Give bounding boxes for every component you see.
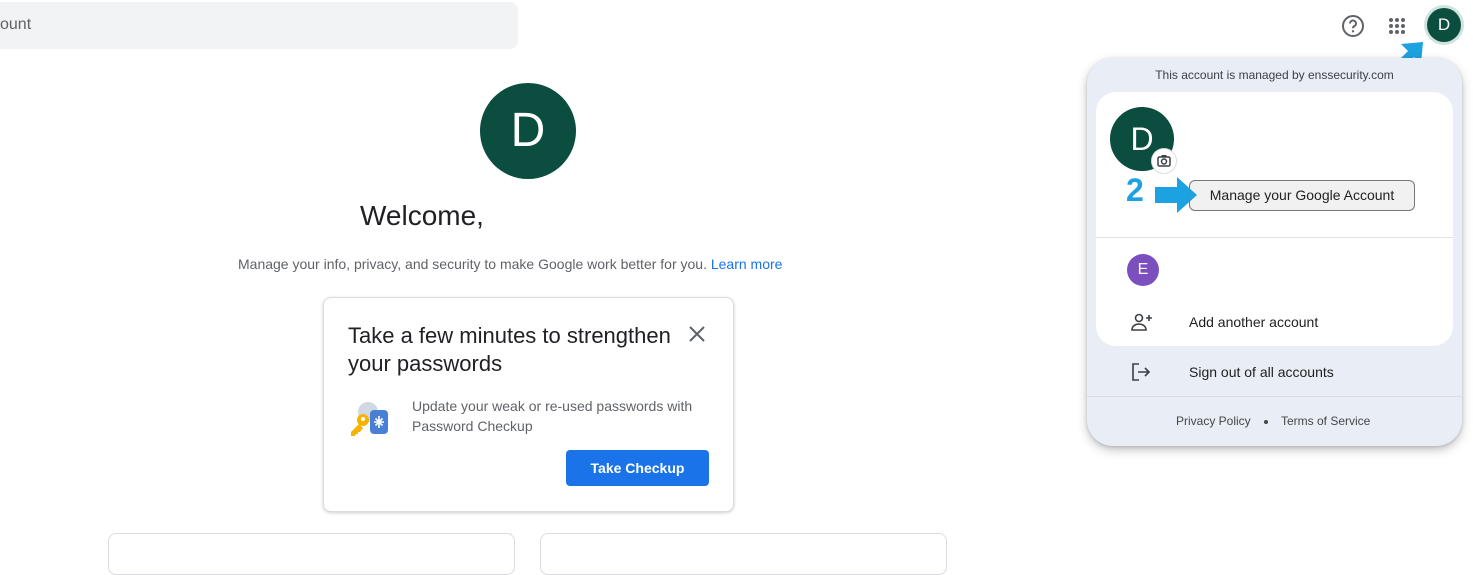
search-input-text: ount [0, 16, 32, 33]
sign-out-icon [1132, 363, 1151, 381]
card-description: Update your weak or re-used passwords wi… [412, 398, 693, 434]
card-title: Take a few minutes to strengthen your pa… [348, 323, 671, 376]
password-checkup-card: Take a few minutes to strengthen your pa… [323, 297, 734, 512]
annotation-arrow-2 [1155, 177, 1197, 213]
camera-icon-button[interactable] [1152, 149, 1176, 173]
help-icon[interactable] [1340, 13, 1366, 39]
account-card: D Manage your Google Account E Add anoth… [1096, 92, 1453, 346]
footer-separator-dot [1264, 420, 1268, 424]
managed-notice: This account is managed by enssecurity.c… [1155, 68, 1394, 82]
manage-account-button[interactable]: Manage your Google Account [1189, 180, 1415, 211]
add-account-item[interactable]: Add another account [1189, 314, 1318, 330]
other-account-avatar[interactable]: E [1127, 254, 1159, 286]
take-checkup-button[interactable]: Take Checkup [566, 450, 709, 486]
account-menu-popup: This account is managed by enssecurity.c… [1087, 58, 1462, 446]
close-icon[interactable] [686, 323, 708, 345]
privacy-policy-link[interactable]: Privacy Policy [1176, 414, 1251, 428]
password-key-icon [351, 402, 388, 436]
profile-avatar[interactable]: D [480, 83, 576, 179]
annotation-number-2: 2 [1126, 172, 1144, 208]
search-bar[interactable]: ount [0, 2, 518, 49]
sign-out-item[interactable]: Sign out of all accounts [1189, 364, 1334, 380]
account-avatar-button[interactable]: D [1427, 8, 1461, 42]
welcome-heading: Welcome, [360, 200, 484, 231]
welcome-subtitle: Manage your info, privacy, and security … [238, 256, 782, 272]
bottom-card-right[interactable] [540, 533, 947, 575]
camera-icon [1157, 155, 1171, 167]
divider [1096, 237, 1453, 238]
subtitle-text: Manage your info, privacy, and security … [238, 256, 707, 272]
learn-more-link[interactable]: Learn more [711, 256, 783, 272]
add-person-icon [1131, 313, 1152, 331]
bottom-card-left[interactable] [108, 533, 515, 575]
apps-grid-icon[interactable] [1384, 13, 1410, 39]
terms-of-service-link[interactable]: Terms of Service [1281, 414, 1370, 428]
footer-divider [1087, 396, 1462, 397]
